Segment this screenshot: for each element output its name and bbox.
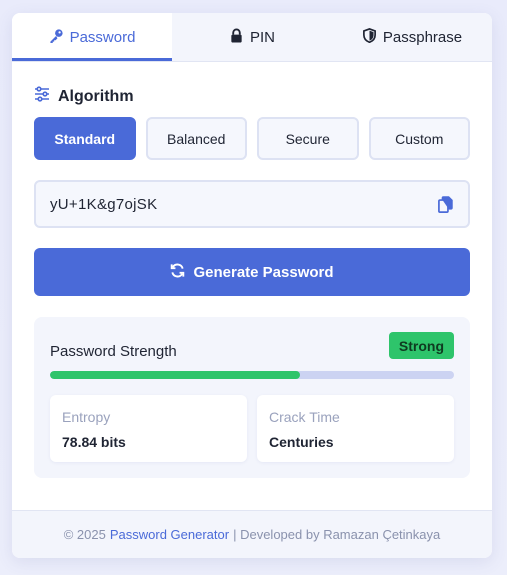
algorithm-title: Algorithm bbox=[58, 87, 134, 105]
strength-meter-fill bbox=[50, 371, 301, 379]
tab-password-label: Password bbox=[69, 28, 136, 46]
entropy-card: Entropy 78.84 bits bbox=[50, 395, 247, 462]
tab-bar: Password PIN Passphrase bbox=[12, 13, 492, 61]
tab-pin[interactable]: PIN bbox=[172, 13, 332, 61]
shield-icon bbox=[362, 27, 377, 47]
algorithm-balanced-button[interactable]: Balanced bbox=[145, 117, 247, 160]
entropy-value: 78.84 bits bbox=[62, 434, 126, 450]
strength-meter bbox=[50, 371, 454, 379]
sliders-icon bbox=[34, 86, 50, 107]
tab-passphrase-label: Passphrase bbox=[382, 28, 463, 46]
entropy-label: Entropy bbox=[62, 409, 111, 425]
tab-password[interactable]: Password bbox=[12, 13, 172, 61]
algorithm-heading: Algorithm bbox=[34, 86, 134, 107]
password-field bbox=[34, 180, 470, 228]
tab-passphrase[interactable]: Passphrase bbox=[332, 13, 492, 61]
algorithm-standard-button[interactable]: Standard bbox=[34, 117, 136, 160]
algorithm-custom-button[interactable]: Custom bbox=[368, 117, 470, 160]
crack-time-label: Crack Time bbox=[269, 409, 340, 425]
strength-stats: Entropy 78.84 bits Crack Time Centuries bbox=[50, 395, 454, 462]
generate-password-button[interactable]: Generate Password bbox=[34, 248, 470, 296]
algorithm-secure-button[interactable]: Secure bbox=[257, 117, 359, 160]
lock-icon bbox=[229, 28, 244, 47]
tab-pin-label: PIN bbox=[249, 28, 275, 46]
strength-badge: Strong bbox=[388, 332, 454, 359]
key-icon bbox=[49, 28, 64, 47]
footer: © 2025 Password Generator | Developed by… bbox=[12, 510, 492, 558]
footer-link[interactable]: Password Generator bbox=[110, 527, 229, 542]
strength-label: Password Strength bbox=[50, 343, 177, 360]
generator-card: Password PIN Passphrase Algorithm Standa… bbox=[12, 13, 492, 558]
strength-panel: Password Strength Strong Entropy 78.84 b… bbox=[34, 317, 470, 478]
tabs-divider bbox=[12, 61, 492, 62]
crack-time-card: Crack Time Centuries bbox=[257, 395, 454, 462]
crack-time-value: Centuries bbox=[269, 434, 334, 450]
copy-icon[interactable] bbox=[436, 195, 454, 213]
footer-copyright: © 2025 bbox=[63, 527, 106, 542]
footer-credit: | Developed by Ramazan Çetinkaya bbox=[233, 527, 441, 542]
password-output[interactable] bbox=[50, 195, 436, 213]
generate-password-label: Generate Password bbox=[193, 263, 334, 281]
algorithm-options: Standard Balanced Secure Custom bbox=[34, 117, 470, 160]
refresh-icon bbox=[170, 263, 185, 282]
